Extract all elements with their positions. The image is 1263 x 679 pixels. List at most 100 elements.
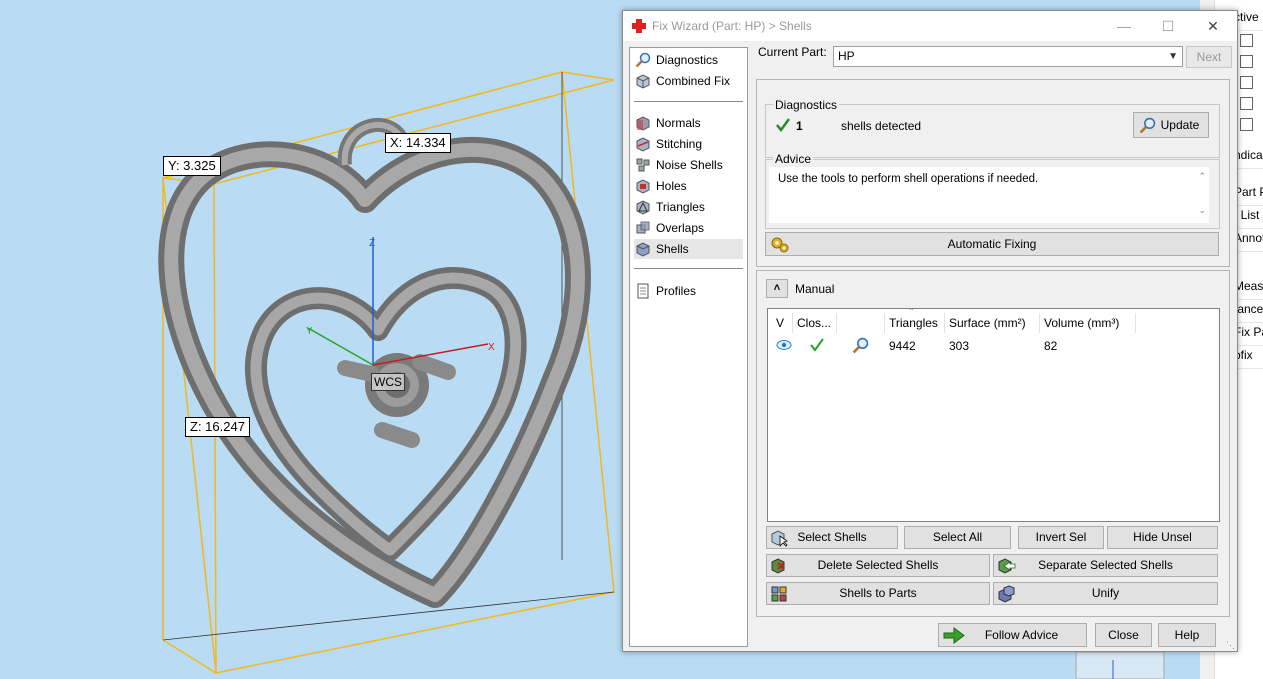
checkmark-icon [776, 118, 791, 133]
minimize-button[interactable]: — [1109, 15, 1139, 37]
nav-label: Normals [656, 116, 701, 130]
holes-icon [636, 179, 650, 194]
cube-icon [636, 74, 650, 89]
nav-label: Diagnostics [656, 53, 719, 67]
magnifier-icon[interactable] [852, 337, 869, 354]
current-part-label: Current Part: [758, 45, 827, 59]
nav-label: Profiles [656, 284, 697, 298]
column-header-volume[interactable]: Volume (mm³) [1040, 313, 1136, 333]
shell-count: 1 [796, 119, 803, 133]
select-shells-icon [771, 530, 788, 547]
nav-label: Noise Shells [656, 158, 723, 172]
separate-selected-label: Separate Selected Shells [1038, 558, 1173, 572]
column-header-surface[interactable]: Surface (mm²) [945, 313, 1040, 333]
panel-row[interactable]: ndica [1234, 148, 1263, 169]
nav-item-overlaps[interactable]: Overlaps [634, 218, 743, 238]
panel-checkbox[interactable] [1240, 34, 1253, 47]
unify-button[interactable]: Unify [993, 582, 1218, 605]
panel-row[interactable]: t List [1234, 208, 1263, 229]
nav-item-holes[interactable]: Holes [634, 176, 743, 196]
nav-item-combined-fix[interactable]: Combined Fix [634, 71, 743, 91]
maximize-button[interactable]: ☐ [1153, 15, 1183, 37]
close-button[interactable]: Close [1095, 623, 1152, 647]
cell-surface: 303 [949, 339, 970, 353]
resize-grip-icon[interactable]: ⋱ [1226, 640, 1235, 651]
close-window-button[interactable]: ✕ [1198, 15, 1228, 37]
nav-item-diagnostics[interactable]: Diagnostics [634, 50, 743, 70]
shells-icon [636, 242, 650, 257]
manual-title: Manual [795, 282, 835, 296]
invert-selection-button[interactable]: Invert Sel [1018, 526, 1104, 549]
select-shells-button[interactable]: Select Shells [766, 526, 898, 549]
dialog-titlebar[interactable]: Fix Wizard (Part: HP) > Shells — ☐ ✕ [623, 11, 1237, 41]
gears-icon [771, 237, 789, 253]
panel-checkbox[interactable] [1240, 55, 1253, 68]
automatic-fixing-button[interactable]: Automatic Fixing [765, 232, 1219, 256]
select-shells-label: Select Shells [797, 530, 867, 544]
column-header-triangles[interactable]: Triangles [885, 313, 945, 333]
checkmark-icon [810, 338, 824, 352]
dimension-y-label: Y: 3.325 [163, 156, 221, 176]
cell-volume: 82 [1044, 339, 1058, 353]
dimension-x-label: X: 14.334 [385, 133, 451, 153]
unify-icon [998, 585, 1015, 603]
panel-row[interactable]: Measu [1234, 279, 1263, 300]
update-button[interactable]: Update [1133, 112, 1209, 138]
fix-wizard-dialog: Fix Wizard (Part: HP) > Shells — ☐ ✕ Dia… [622, 10, 1238, 652]
nav-divider [634, 268, 743, 269]
shells-to-parts-label: Shells to Parts [839, 586, 917, 600]
hide-unselected-button[interactable]: Hide Unsel [1107, 526, 1218, 549]
follow-advice-button[interactable]: Follow Advice [938, 623, 1087, 647]
advice-textbox[interactable]: Use the tools to perform shell operation… [769, 167, 1209, 223]
panel-row[interactable]: Fix Pa [1234, 325, 1263, 346]
nav-item-triangles[interactable]: Triangles [634, 197, 743, 217]
panel-checkbox[interactable] [1240, 97, 1253, 110]
nav-item-stitching[interactable]: Stitching [634, 134, 743, 154]
scroll-down-icon[interactable]: ⌄ [1198, 205, 1206, 216]
panel-row[interactable]: ofix [1234, 348, 1263, 369]
update-button-label: Update [1160, 118, 1200, 132]
nav-item-noise-shells[interactable]: Noise Shells [634, 155, 743, 175]
axis-label-y: Y [306, 326, 313, 337]
panel-checkbox[interactable] [1240, 118, 1253, 131]
unify-label: Unify [1091, 586, 1120, 600]
help-button[interactable]: Help [1158, 623, 1216, 647]
current-part-select[interactable]: HP ▼ [833, 46, 1183, 67]
delete-selected-shells-button[interactable]: Delete Selected Shells [766, 554, 990, 577]
table-row[interactable]: 9442 303 82 [768, 336, 1217, 356]
nav-label: Triangles [656, 200, 705, 214]
next-button[interactable]: Next [1186, 46, 1232, 68]
advice-title: Advice [773, 152, 814, 166]
column-header-visible[interactable]: V [772, 313, 793, 333]
nav-item-shells[interactable]: Shells [634, 239, 743, 259]
nav-item-normals[interactable]: Normals [634, 113, 743, 133]
chevron-down-icon: ▼ [1168, 51, 1178, 62]
arrow-right-icon [943, 627, 965, 644]
normals-icon [636, 116, 650, 131]
axis-label-x: X [488, 342, 495, 353]
overlaps-icon [636, 221, 650, 234]
shells-to-parts-button[interactable]: Shells to Parts [766, 582, 990, 605]
separate-selected-shells-button[interactable]: Separate Selected Shells [993, 554, 1218, 577]
select-all-button[interactable]: Select All [904, 526, 1011, 549]
magnifier-icon [1139, 117, 1156, 134]
nav-item-profiles[interactable]: Profiles [634, 281, 743, 301]
panel-row[interactable]: Part P [1234, 185, 1263, 206]
eye-icon[interactable] [776, 339, 792, 351]
nav-label: Combined Fix [656, 74, 731, 88]
advice-text: Use the tools to perform shell operation… [778, 173, 1039, 185]
column-header-zoom[interactable] [837, 313, 885, 333]
current-part-value: HP [838, 49, 855, 63]
automatic-fixing-label: Automatic Fixing [947, 237, 1037, 251]
scroll-up-icon[interactable]: ⌃ [1198, 171, 1206, 182]
collapse-manual-button[interactable]: ˄ [766, 279, 788, 298]
shells-table: V Clos... Triangles Surface (mm²) Volume… [767, 307, 1220, 522]
panel-checkbox[interactable] [1240, 76, 1253, 89]
sort-indicator-icon: ⌃ [908, 307, 915, 316]
panel-row[interactable]: tance [1234, 302, 1263, 323]
column-header-closed[interactable]: Clos... [793, 313, 837, 333]
triangles-icon [636, 200, 650, 215]
chevron-double-up-icon: ˄ [773, 282, 781, 294]
panel-row[interactable]: Annot [1234, 231, 1263, 252]
nav-divider [634, 101, 743, 102]
